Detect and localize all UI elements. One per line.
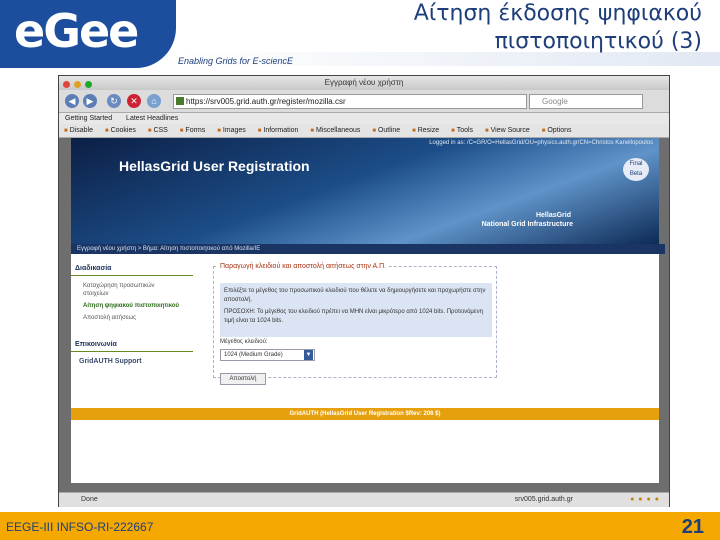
url-bar[interactable]: https://srv005.grid.auth.gr/register/moz…: [173, 94, 527, 109]
devtool-disable[interactable]: Disable: [64, 127, 93, 134]
sidebar: Διαδικασία Καταχώρηση προσωπικών στοιχεί…: [71, 262, 193, 367]
bookmark-latest-headlines[interactable]: Latest Headlines: [126, 115, 178, 122]
page-number: 21: [681, 516, 704, 538]
devtool-cookies[interactable]: Cookies: [105, 127, 136, 134]
window-titlebar: Εγγραφή νέου χρήστη: [59, 76, 669, 90]
navigation-toolbar: ◀ ▶ ↻ ✕ ⌂ https://srv005.grid.auth.gr/re…: [59, 90, 669, 113]
devtool-miscellaneous[interactable]: Miscellaneous: [310, 127, 360, 134]
sidebar-item-personal-data[interactable]: Καταχώρηση προσωπικών στοιχείων: [71, 280, 193, 300]
beta-badge: Final Beta: [623, 158, 649, 181]
slide-title: Αίτηση έκδοσης ψηφιακού πιστοποιητικού (…: [342, 0, 702, 56]
slide-header: eGee Enabling Grids for E-sciencE Αίτηση…: [0, 0, 720, 70]
status-text: Done: [81, 496, 98, 503]
slide-title-line1: Αίτηση έκδοσης ψηφιακού: [413, 1, 702, 26]
sidebar-heading: Διαδικασία: [71, 262, 193, 276]
devtool-images[interactable]: Images: [217, 127, 246, 134]
sidebar-item-certificate-request[interactable]: Αίτηση ψηφιακού πιστοποιητικού: [71, 300, 193, 312]
info-text-1: Επιλέξτε το μέγεθος του προσωπικού κλειδ…: [224, 288, 486, 303]
login-info: Logged in as: /C=GR/O=HellasGrid/OU=phys…: [429, 140, 653, 146]
key-generation-form: Παραγωγή κλειδιού και αποστολή αιτήσεως …: [213, 263, 497, 385]
forward-icon[interactable]: ▶: [83, 94, 97, 108]
devtool-outline[interactable]: Outline: [372, 127, 400, 134]
logo-text: eGee: [14, 4, 139, 58]
info-text-2: ΠΡΟΣΟΧΗ: Το μέγεθος του κλειδιού πρέπει …: [224, 309, 483, 324]
close-icon[interactable]: [63, 81, 70, 88]
status-bar: Done srv005.grid.auth.gr ●●●●: [59, 492, 669, 507]
submit-button[interactable]: Αποστολή: [220, 373, 266, 385]
devtool-resize[interactable]: Resize: [412, 127, 439, 134]
egee-logo: eGee: [0, 0, 176, 68]
maximize-icon[interactable]: [85, 81, 93, 88]
devtool-information[interactable]: Information: [258, 127, 299, 134]
devtool-options[interactable]: Options: [542, 127, 572, 134]
banner-subtitle-2: National Grid Infrastructure: [481, 221, 573, 228]
home-icon[interactable]: ⌂: [147, 94, 161, 108]
tagline: Enabling Grids for E-sciencE: [178, 56, 294, 66]
info-box: Επιλέξτε το μέγεθος του προσωπικού κλειδ…: [220, 283, 492, 337]
stop-icon[interactable]: ✕: [127, 94, 141, 108]
back-icon[interactable]: ◀: [65, 94, 79, 108]
bookmarks-bar: Getting Started Latest Headlines: [59, 113, 669, 124]
site-icon: [176, 97, 184, 105]
page-footer: GridAUTH (HellasGrid User Registration $…: [71, 408, 659, 420]
devtool-tools[interactable]: Tools: [451, 127, 473, 134]
slide-title-line2: πιστοποιητικού (3): [494, 29, 702, 54]
status-host: srv005.grid.auth.gr: [514, 496, 573, 503]
status-icons: ●●●●: [630, 496, 663, 503]
search-input[interactable]: Google: [529, 94, 643, 109]
slide-footer: EEGE-III INFSO-RI-222667 21: [0, 512, 720, 540]
bookmark-getting-started[interactable]: Getting Started: [65, 115, 112, 122]
reload-icon[interactable]: ↻: [107, 94, 121, 108]
devtool-forms[interactable]: Forms: [180, 127, 205, 134]
minimize-icon[interactable]: [74, 81, 82, 88]
url-text: https://srv005.grid.auth.gr/register/moz…: [186, 97, 346, 106]
devtool-css[interactable]: CSS: [148, 127, 168, 134]
key-size-select[interactable]: 1024 (Medium Grade): [220, 349, 315, 361]
form-legend: Παραγωγή κλειδιού και αποστολή αιτήσεως …: [218, 263, 389, 270]
devtool-view-source[interactable]: View Source: [485, 127, 530, 134]
breadcrumb: Εγγραφή νέου χρήστη > Βήμα: Αίτηση πιστο…: [71, 244, 665, 254]
window-title: Εγγραφή νέου χρήστη: [324, 78, 404, 87]
sidebar-item-submit-request[interactable]: Αποστολή αιτήσεως: [71, 312, 193, 324]
web-page: Logged in as: /C=GR/O=HellasGrid/OU=phys…: [71, 138, 665, 483]
developer-toolbar: Disable Cookies CSS Forms Images Informa…: [59, 124, 669, 138]
browser-screenshot: Εγγραφή νέου χρήστη ◀ ▶ ↻ ✕ ⌂ https://sr…: [58, 75, 670, 507]
key-size-label: Μέγεθος κλειδιού:: [220, 339, 268, 345]
banner-subtitle-1: HellasGrid: [535, 212, 571, 219]
banner-title: HellasGrid User Registration: [119, 158, 310, 174]
project-code: EEGE-III INFSO-RI-222667: [6, 520, 154, 534]
sidebar-contact-heading: Επικοινωνία: [71, 338, 193, 352]
page-banner: Logged in as: /C=GR/O=HellasGrid/OU=phys…: [71, 138, 659, 244]
support-link[interactable]: GridAUTH Support: [71, 356, 193, 367]
